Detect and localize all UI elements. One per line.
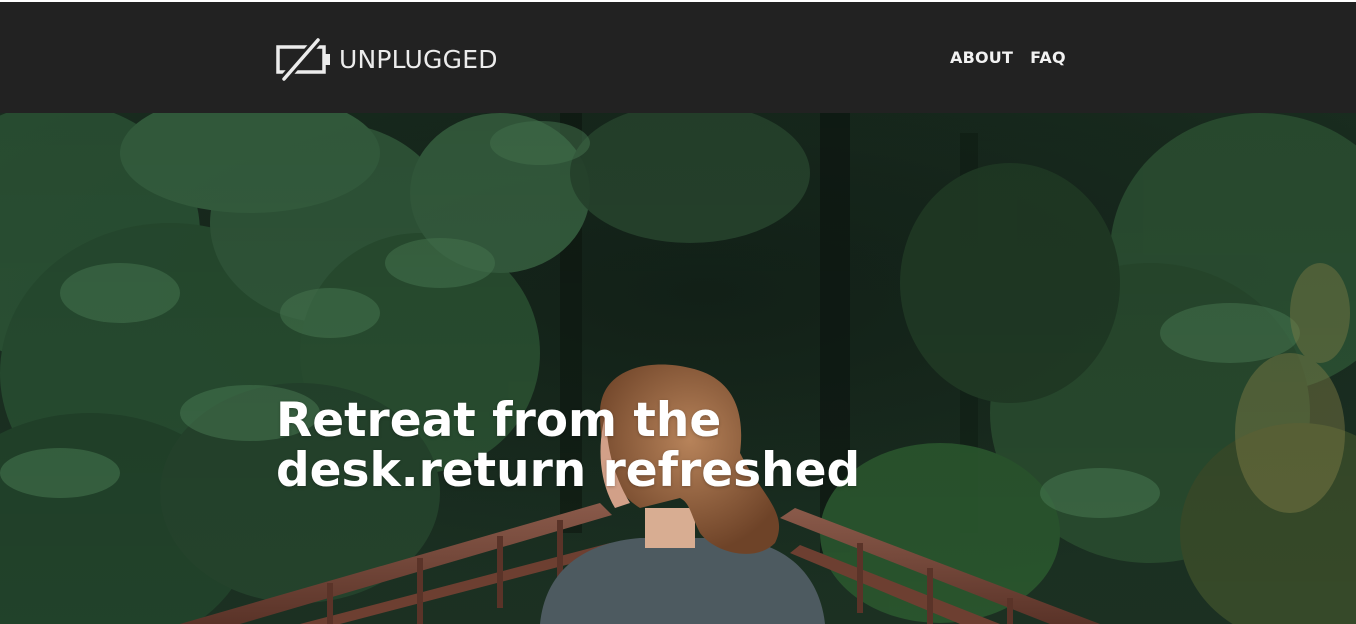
hero-title-line-1: Retreat from the <box>276 393 722 448</box>
nav-faq-link[interactable]: FAQ <box>1030 48 1066 67</box>
nav-about-link[interactable]: ABOUT <box>950 48 1013 67</box>
navbar: UNPLUGGED ABOUT FAQ <box>0 2 1356 113</box>
hero-title: Retreat from the desk.return refreshed <box>276 396 896 496</box>
hero-section: Retreat from the desk.return refreshed <box>0 113 1356 624</box>
battery-slash-icon <box>276 37 330 81</box>
hero-background-photo <box>0 113 1356 624</box>
page: UNPLUGGED ABOUT FAQ Retreat from the des… <box>0 0 1356 624</box>
brand-logo-link[interactable]: UNPLUGGED <box>276 37 498 81</box>
hero-title-line-2: desk.return refreshed <box>276 443 861 498</box>
main-nav: ABOUT FAQ <box>950 48 1066 67</box>
brand-name: UNPLUGGED <box>339 44 498 74</box>
